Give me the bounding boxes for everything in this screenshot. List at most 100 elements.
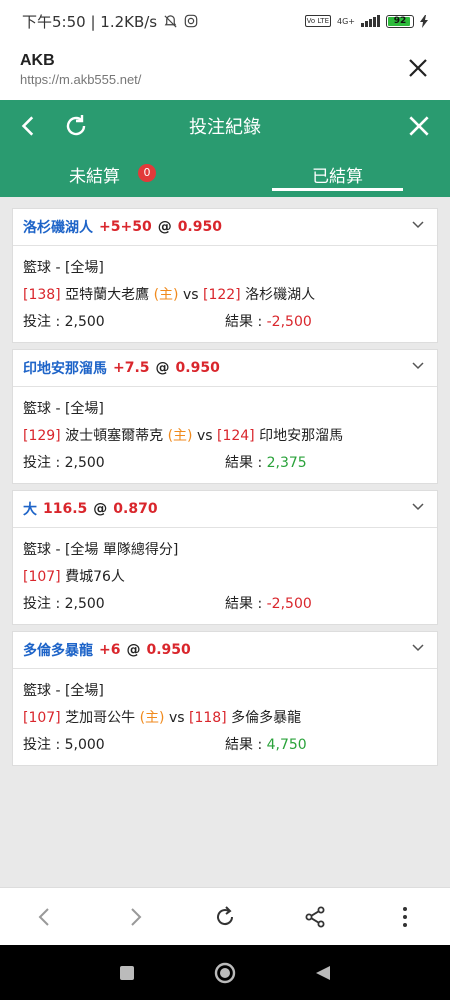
bet-stake: 投注 : 2,500 (23, 314, 105, 330)
bet-card: 多倫多暴龍 +6 @ 0.950 籃球 - [全場] [107] 芝加哥公牛 (… (12, 631, 438, 766)
versus-label: vs (168, 710, 185, 726)
bet-sport: 籃球 - [全場] (23, 401, 104, 417)
back-arrow-icon[interactable] (16, 113, 42, 139)
nav-share-button[interactable] (300, 902, 330, 932)
bet-selection: 多倫多暴龍 (23, 643, 93, 659)
bet-at: @ (157, 219, 172, 235)
bet-stake: 投注 : 5,000 (23, 737, 105, 753)
home-team-id: [107] (23, 710, 61, 726)
tab-settled[interactable]: 已結算 (225, 152, 450, 197)
bet-sport: 籃球 - [全場 單隊總得分] (23, 542, 179, 558)
recents-icon[interactable] (118, 964, 136, 982)
app-header: 投注紀錄 (0, 100, 450, 152)
result-value: -2,500 (266, 314, 312, 330)
bet-card-body: 籃球 - [全場] [107] 芝加哥公牛 (主) vs [118] 多倫多暴龍… (13, 669, 437, 765)
instagram-icon (184, 14, 198, 28)
nav-back-button[interactable] (30, 902, 60, 932)
site-title: AKB (20, 52, 55, 69)
away-team-id: [118] (189, 710, 227, 726)
chevron-right-icon (131, 907, 142, 926)
bet-line: +6 (99, 642, 121, 658)
bet-card-header[interactable]: 洛杉磯湖人 +5+50 @ 0.950 (13, 209, 437, 246)
bet-result: 結果 : 2,375 (225, 450, 307, 477)
home-team-id: [107] (23, 569, 61, 585)
more-vert-icon (403, 906, 407, 927)
bet-odds: 0.950 (175, 360, 220, 376)
bet-match: [129] 波士頓塞爾蒂克 (主) vs [124] 印地安那溜馬 (23, 423, 427, 450)
bet-line: 116.5 (43, 501, 88, 517)
close-icon[interactable] (406, 113, 432, 139)
chevron-down-icon[interactable] (411, 641, 425, 655)
refresh-icon[interactable] (62, 112, 90, 140)
bet-sport: 籃球 - [全場] (23, 260, 104, 276)
tab-bar: 未結算 0 已結算 (0, 152, 450, 197)
home-tag: (主) (167, 428, 193, 444)
home-tag: (主) (139, 710, 165, 726)
chevron-down-icon[interactable] (411, 218, 425, 232)
home-team-name: 波士頓塞爾蒂克 (65, 428, 164, 444)
bet-card-body: 籃球 - [全場 單隊總得分] [107] 費城76人 投注 : 2,500 結… (13, 528, 437, 624)
away-team-name: 洛杉磯湖人 (245, 287, 316, 303)
home-team-name: 亞特蘭大老鷹 (65, 287, 150, 303)
active-tab-indicator (272, 188, 403, 191)
home-team-id: [129] (23, 428, 61, 444)
result-value: 4,750 (266, 737, 307, 753)
battery-icon: 92 (386, 14, 414, 28)
tab-unsettled[interactable]: 未結算 0 (0, 152, 225, 197)
network-type: 4G+ (337, 16, 355, 26)
browser-close-icon[interactable] (406, 56, 430, 80)
battery-level: 92 (393, 15, 407, 26)
versus-label: vs (182, 287, 199, 303)
bet-match: [107] 芝加哥公牛 (主) vs [118] 多倫多暴龍 (23, 705, 427, 732)
away-team-id: [122] (203, 287, 241, 303)
result-label: 結果 : (225, 455, 267, 471)
bet-result: 結果 : -2,500 (225, 591, 312, 618)
bet-card-header[interactable]: 印地安那溜馬 +7.5 @ 0.950 (13, 350, 437, 387)
unsettled-count-badge: 0 (138, 163, 156, 182)
bet-card-header[interactable]: 大 116.5 @ 0.870 (13, 491, 437, 528)
result-value: 2,375 (266, 455, 307, 471)
home-team-name: 芝加哥公牛 (65, 710, 136, 726)
bet-odds: 0.870 (113, 501, 158, 517)
bet-result: 結果 : 4,750 (225, 732, 307, 759)
result-label: 結果 : (225, 314, 267, 330)
home-team-name: 費城76人 (65, 569, 125, 585)
bet-stake: 投注 : 2,500 (23, 455, 105, 471)
bet-selection: 印地安那溜馬 (23, 361, 107, 377)
away-team-name: 印地安那溜馬 (259, 428, 344, 444)
bet-match: [138] 亞特蘭大老鷹 (主) vs [122] 洛杉磯湖人 (23, 282, 427, 309)
bet-card: 洛杉磯湖人 +5+50 @ 0.950 籃球 - [全場] [138] 亞特蘭大… (12, 208, 438, 343)
reload-icon (217, 905, 234, 925)
chevron-down-icon[interactable] (411, 500, 425, 514)
status-time-speed: 下午5:50 | 1.2KB/s (22, 12, 158, 31)
bet-result: 結果 : -2,500 (225, 309, 312, 336)
site-url[interactable]: https://m.akb555.net/ (20, 72, 430, 87)
nav-forward-button[interactable] (120, 902, 150, 932)
away-team-name: 多倫多暴龍 (231, 710, 302, 726)
chevron-down-icon[interactable] (411, 359, 425, 373)
share-icon (305, 906, 325, 927)
bet-sport: 籃球 - [全場] (23, 683, 104, 699)
away-team-id: [124] (217, 428, 255, 444)
bet-line: +5+50 (99, 219, 152, 235)
tab-settled-label: 已結算 (312, 167, 363, 187)
charging-icon (420, 14, 428, 28)
back-icon[interactable] (314, 964, 332, 982)
home-icon[interactable] (213, 961, 237, 985)
nav-menu-button[interactable] (390, 902, 420, 932)
bet-card-header[interactable]: 多倫多暴龍 +6 @ 0.950 (13, 632, 437, 669)
bet-list: 洛杉磯湖人 +5+50 @ 0.950 籃球 - [全場] [138] 亞特蘭大… (0, 197, 450, 887)
bet-odds: 0.950 (177, 219, 222, 235)
home-tag: (主) (153, 287, 179, 303)
result-label: 結果 : (225, 596, 267, 612)
bet-stake: 投注 : 2,500 (23, 596, 105, 612)
bet-card-body: 籃球 - [全場] [138] 亞特蘭大老鷹 (主) vs [122] 洛杉磯湖… (13, 246, 437, 342)
bet-line: +7.5 (113, 360, 150, 376)
nav-reload-button[interactable] (210, 902, 240, 932)
versus-label: vs (196, 428, 213, 444)
bet-odds: 0.950 (146, 642, 191, 658)
tab-unsettled-label: 未結算 (69, 167, 120, 187)
browser-header: AKB https://m.akb555.net/ (0, 42, 450, 100)
bet-at: @ (155, 360, 170, 376)
chevron-left-icon (38, 907, 49, 926)
